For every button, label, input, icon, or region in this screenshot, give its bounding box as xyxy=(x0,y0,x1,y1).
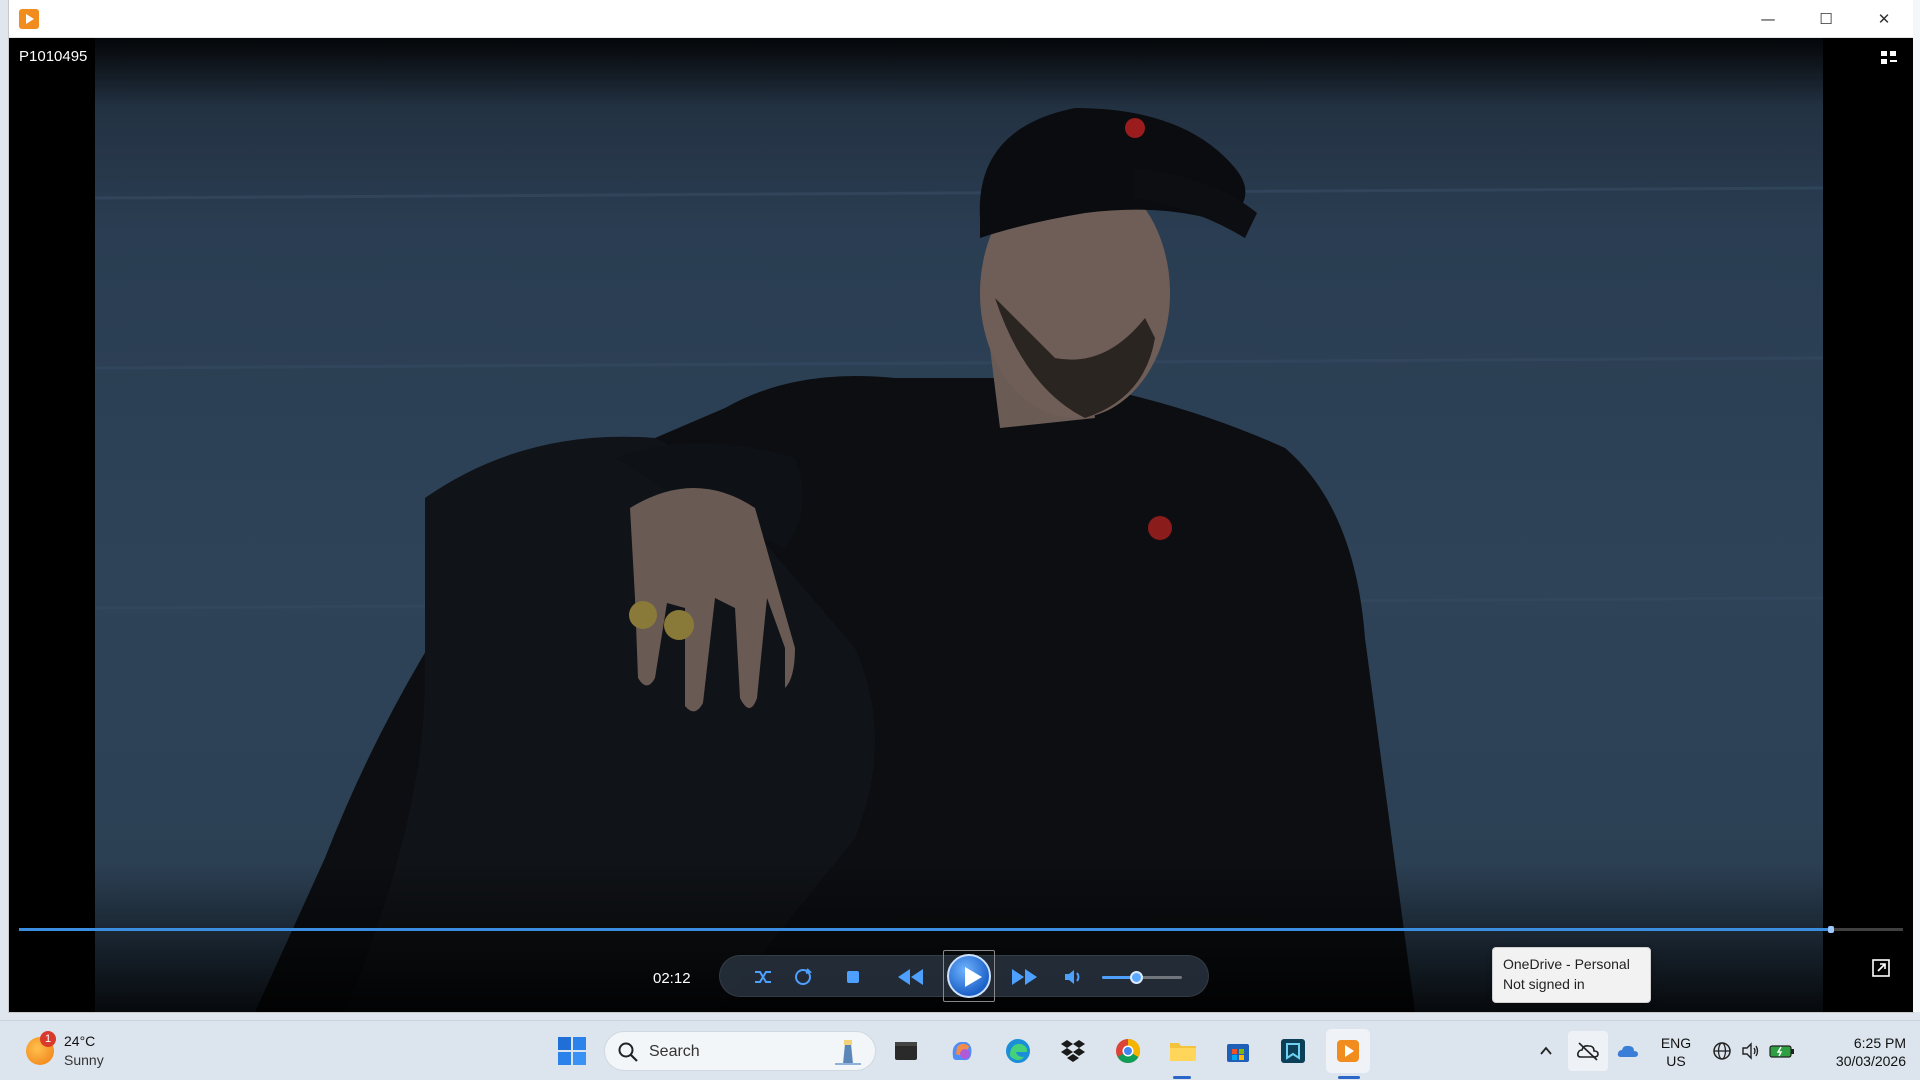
taskbar-store[interactable] xyxy=(1218,1031,1258,1071)
video-area[interactable]: P1010495 02:12 xyxy=(9,38,1913,1012)
onedrive-tooltip: OneDrive - Personal Not signed in xyxy=(1492,947,1651,1003)
clock-date: 30/03/2026 xyxy=(1835,1053,1906,1069)
close-button[interactable]: ✕ xyxy=(1855,0,1913,38)
top-overlay xyxy=(9,38,1913,108)
system-clock[interactable]: 6:25 PM 30/03/2026 xyxy=(1810,1034,1906,1070)
weather-temperature: 24°C xyxy=(64,1033,96,1049)
media-player-running-indicator xyxy=(1338,1076,1360,1079)
volume-icon xyxy=(1065,970,1080,984)
playlist-layout-icon[interactable] xyxy=(1879,48,1899,68)
play-button[interactable] xyxy=(943,950,995,1002)
language-code: ENG xyxy=(1660,1035,1692,1051)
taskbar-search-box[interactable]: Search xyxy=(604,1031,876,1071)
battery-charging-icon xyxy=(1769,1045,1794,1058)
volume-slider[interactable] xyxy=(1102,971,1182,984)
previous-icon xyxy=(898,969,923,985)
tooltip-line-2: Not signed in xyxy=(1503,976,1585,992)
tooltip-line-1: OneDrive - Personal xyxy=(1503,956,1630,972)
seek-bar[interactable] xyxy=(19,926,1903,933)
folder-icon xyxy=(1170,1043,1196,1061)
edge-icon xyxy=(1006,1039,1030,1063)
elapsed-time: 02:12 xyxy=(653,970,691,987)
onedrive-cloud-button[interactable] xyxy=(1608,1031,1648,1071)
chevron-up-icon xyxy=(1540,1046,1552,1055)
taskbar-dropbox[interactable] xyxy=(1053,1031,1093,1071)
dropbox-icon xyxy=(1061,1040,1085,1062)
next-icon xyxy=(1012,969,1037,985)
playback-controls xyxy=(719,950,1209,1002)
taskbar-edge[interactable] xyxy=(998,1031,1038,1071)
file-explorer-dark-icon xyxy=(895,1042,917,1060)
repeat-icon xyxy=(795,968,812,985)
shuffle-button[interactable] xyxy=(750,964,776,990)
battery-button[interactable] xyxy=(1764,1031,1800,1071)
app-icon xyxy=(1281,1039,1305,1063)
copilot-icon xyxy=(952,1042,972,1061)
desktop-background xyxy=(1913,0,1920,1012)
taskbar-copilot[interactable] xyxy=(942,1031,982,1071)
media-player-icon xyxy=(1337,1040,1359,1062)
taskbar-media-player[interactable] xyxy=(1328,1031,1368,1071)
globe-icon xyxy=(1713,1042,1731,1060)
previous-button[interactable] xyxy=(890,964,930,990)
microsoft-store-icon xyxy=(1227,1044,1249,1062)
start-button[interactable] xyxy=(552,1031,592,1071)
input-language-indicator[interactable]: ENG US xyxy=(1656,1034,1696,1070)
taskbar-file-explorer[interactable] xyxy=(1163,1031,1203,1071)
show-hidden-icons-button[interactable] xyxy=(1527,1031,1565,1071)
volume-handle[interactable] xyxy=(1129,971,1143,984)
taskbar-app[interactable] xyxy=(1273,1031,1313,1071)
weather-alert-badge: 1 xyxy=(40,1031,56,1047)
maximize-button[interactable]: ☐ xyxy=(1797,0,1855,38)
repeat-button[interactable] xyxy=(790,964,816,990)
weather-widget[interactable]: 1 24°C Sunny xyxy=(26,1029,146,1073)
next-button[interactable] xyxy=(1005,964,1045,990)
play-icon xyxy=(947,954,991,998)
network-button[interactable] xyxy=(1706,1031,1738,1071)
chrome-icon xyxy=(1116,1039,1141,1064)
speaker-icon xyxy=(1742,1042,1759,1060)
taskbar-chrome[interactable] xyxy=(1108,1031,1148,1071)
onedrive-offline-icon xyxy=(1577,1042,1599,1061)
media-player-window: — ☐ ✕ P1010495 02:12 xyxy=(9,0,1913,1012)
shuffle-icon xyxy=(755,971,771,983)
onedrive-tray-button[interactable] xyxy=(1568,1031,1608,1071)
search-placeholder: Search xyxy=(649,1043,700,1060)
media-player-app-icon xyxy=(19,9,39,29)
taskbar: 1 24°C Sunny Search ENG US 6:25 PM 30/03… xyxy=(0,1020,1920,1080)
video-title: P1010495 xyxy=(19,48,88,65)
mini-player-icon[interactable] xyxy=(1871,958,1891,978)
weather-condition: Sunny xyxy=(64,1052,104,1068)
seek-handle[interactable] xyxy=(1828,926,1835,933)
cloud-icon xyxy=(1617,1045,1638,1057)
mute-button[interactable] xyxy=(1060,964,1086,990)
stop-icon xyxy=(847,971,859,983)
seek-progress xyxy=(19,928,1832,931)
title-bar[interactable]: — ☐ ✕ xyxy=(9,0,1913,38)
volume-tray-button[interactable] xyxy=(1735,1031,1767,1071)
search-icon xyxy=(618,1042,638,1062)
explorer-running-indicator xyxy=(1173,1076,1191,1079)
minimize-button[interactable]: — xyxy=(1739,0,1797,38)
stop-button[interactable] xyxy=(840,964,866,990)
lighthouse-highlight-icon xyxy=(835,1040,861,1065)
region-code: US xyxy=(1666,1053,1686,1069)
taskbar-app-dark[interactable] xyxy=(886,1031,926,1071)
windows-start-icon xyxy=(558,1037,586,1065)
clock-time: 6:25 PM xyxy=(1853,1035,1906,1051)
